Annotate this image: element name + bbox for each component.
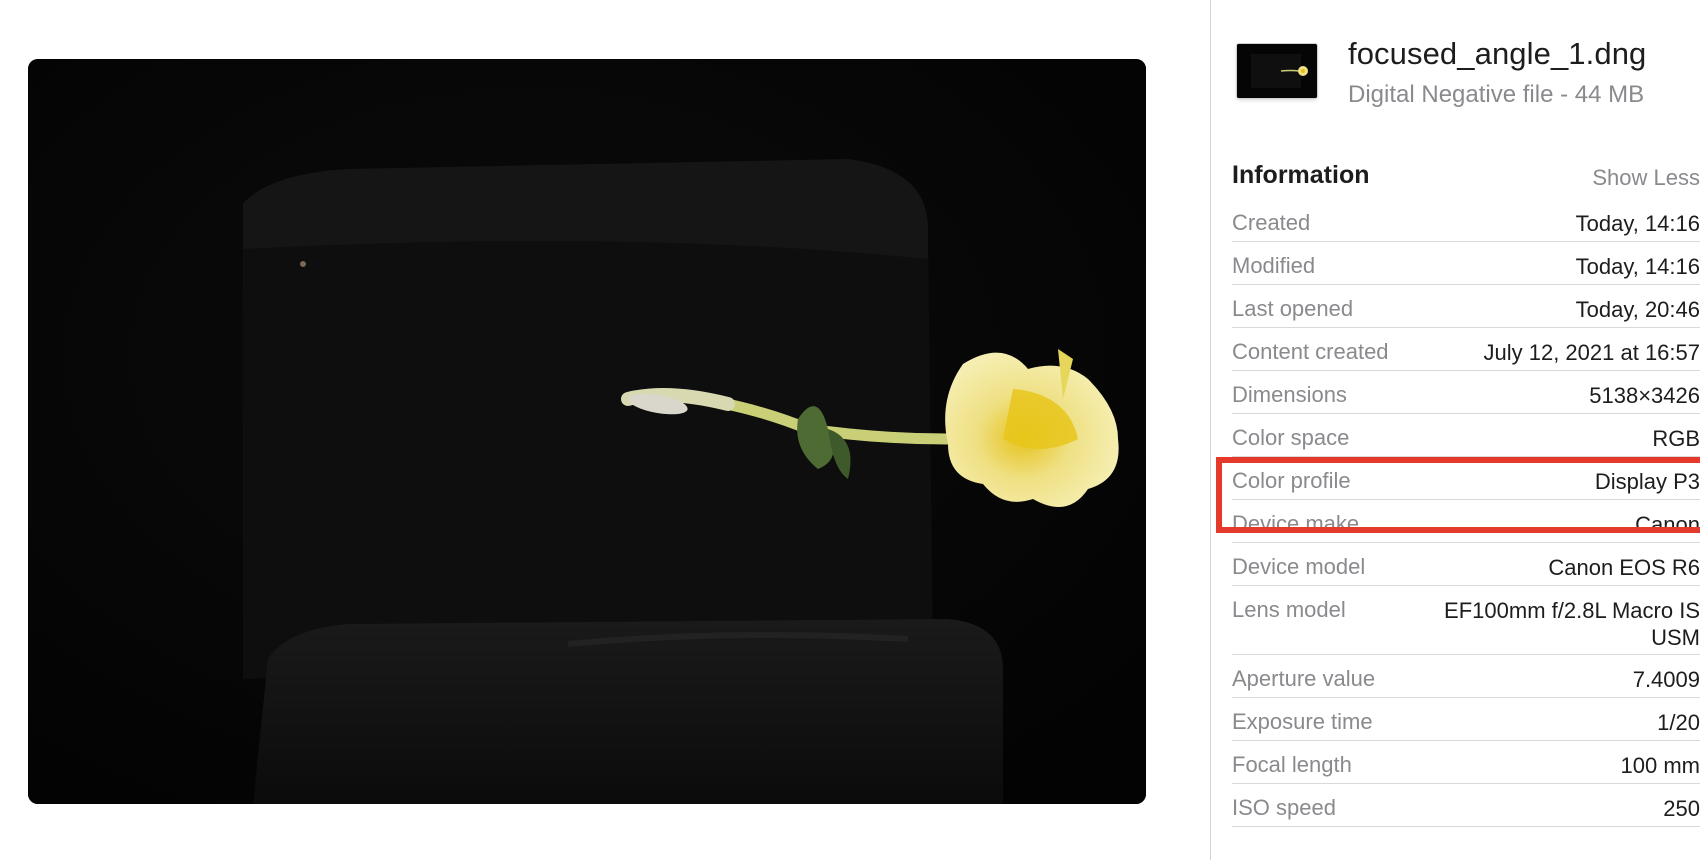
info-key: Exposure time: [1232, 709, 1373, 734]
info-key: Color profile: [1232, 468, 1351, 493]
file-header: focused_angle_1.dng Digital Negative fil…: [1211, 0, 1700, 140]
info-value: Today, 14:16: [1575, 254, 1700, 279]
info-row-content-created: Content created July 12, 2021 at 16:57: [1232, 328, 1700, 371]
info-key: Lens model: [1232, 597, 1346, 622]
info-row-aperture-value: Aperture value 7.4009: [1232, 655, 1700, 698]
info-row-created: Created Today, 14:16: [1232, 199, 1700, 242]
info-row-last-opened: Last opened Today, 20:46: [1232, 285, 1700, 328]
info-key: Focal length: [1232, 752, 1352, 777]
preview-pane: [0, 0, 1210, 860]
info-key: Last opened: [1232, 296, 1354, 321]
info-value: July 12, 2021 at 16:57: [1483, 340, 1700, 365]
info-key: ISO speed: [1232, 795, 1336, 820]
info-value: EF100mm f/2.8L Macro IS USM: [1444, 598, 1700, 650]
information-heading: Information: [1232, 161, 1370, 189]
info-row-modified: Modified Today, 14:16: [1232, 242, 1700, 285]
info-row-iso-speed: ISO speed 250: [1232, 784, 1700, 827]
info-value: Display P3: [1594, 469, 1700, 494]
info-value: 1/20: [1657, 710, 1700, 735]
info-row-lens-model: Lens model EF100mm f/2.8L Macro IS USM: [1232, 586, 1700, 655]
info-value: RGB: [1652, 426, 1700, 451]
info-key: Created: [1232, 210, 1311, 235]
info-row-color-space: Color space RGB: [1232, 414, 1700, 457]
info-row-focal-length: Focal length 100 mm: [1232, 741, 1700, 784]
info-row-color-profile: Color profile Display P3: [1232, 457, 1700, 500]
info-key: Device model: [1232, 554, 1366, 579]
photo-preview[interactable]: [28, 59, 1146, 804]
info-value: 7.4009: [1632, 667, 1700, 692]
info-key: Content created: [1232, 339, 1389, 364]
photo-image: [28, 59, 1146, 804]
info-value: 5138×3426: [1589, 383, 1700, 408]
info-value: 100 mm: [1620, 753, 1700, 778]
info-value: Today, 14:16: [1575, 211, 1700, 236]
file-thumbnail: [1237, 44, 1317, 98]
show-less-button[interactable]: Show Less: [1592, 165, 1700, 191]
info-key: Device make: [1232, 511, 1360, 536]
info-inspector: focused_angle_1.dng Digital Negative fil…: [1211, 0, 1700, 860]
info-row-device-make: Device make Canon: [1232, 500, 1700, 543]
info-row-device-model: Device model Canon EOS R6: [1232, 543, 1700, 586]
info-key: Color space: [1232, 425, 1350, 450]
info-row-exposure-time: Exposure time 1/20: [1232, 698, 1700, 741]
info-key: Aperture value: [1232, 666, 1376, 691]
info-value: Canon EOS R6: [1548, 555, 1700, 580]
info-key: Dimensions: [1232, 382, 1347, 407]
info-value: Today, 20:46: [1575, 297, 1700, 322]
info-row-dimensions: Dimensions 5138×3426: [1232, 371, 1700, 414]
info-value: 250: [1663, 796, 1700, 821]
file-kind-size: Digital Negative file - 44 MB: [1348, 81, 1645, 108]
file-name: focused_angle_1.dng: [1348, 36, 1647, 71]
information-table: Created Today, 14:16 Modified Today, 14:…: [1232, 199, 1700, 827]
info-value: Canon: [1635, 512, 1700, 537]
info-key: Modified: [1232, 253, 1316, 278]
